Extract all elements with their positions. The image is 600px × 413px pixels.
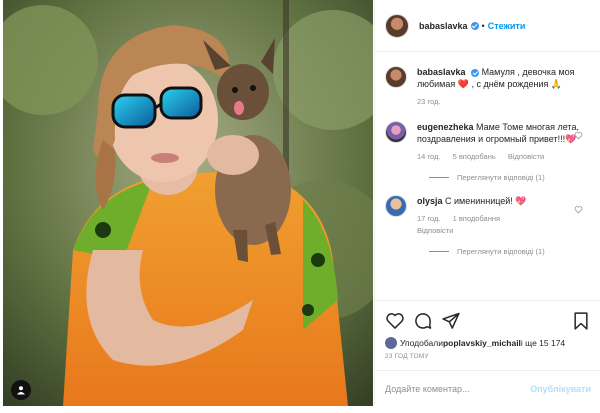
add-comment-bar: Додайте коментар... Опублікувати xyxy=(375,370,600,406)
caption-time[interactable]: 23 год. xyxy=(417,97,440,106)
comment-username[interactable]: eugenezheka xyxy=(417,122,474,132)
comment-input[interactable]: Додайте коментар... xyxy=(385,384,530,394)
comment-text: С именинницей! 💖 xyxy=(445,196,527,206)
avatar-icon[interactable] xyxy=(385,121,407,143)
dot-separator: • xyxy=(481,20,485,31)
likes-prefix: Уподобали xyxy=(400,338,443,348)
post-actions: Уподобали poplavskiy_michail і ще 15 174… xyxy=(375,300,600,360)
comments-list[interactable]: babaslavka Мамуля , девочка моя любимая … xyxy=(375,53,600,298)
share-icon[interactable] xyxy=(441,311,461,331)
avatar-icon[interactable] xyxy=(385,66,407,88)
post-side-panel: babaslavka • Стежити babaslavka Мамуля ,… xyxy=(374,0,600,406)
avatar-icon[interactable] xyxy=(385,195,407,217)
comment-likes[interactable]: 5 вподобань xyxy=(453,152,496,161)
comment-time[interactable]: 14 год. xyxy=(417,152,440,161)
publish-button[interactable]: Опублікувати xyxy=(530,384,591,394)
follow-button[interactable]: Стежити xyxy=(488,21,526,31)
comment-icon[interactable] xyxy=(413,311,433,331)
verified-icon xyxy=(470,21,479,30)
comment-username[interactable]: olysja xyxy=(417,196,443,206)
comment-item: eugenezheka Маме Томе многая лета, поздр… xyxy=(385,121,591,163)
likes-user[interactable]: poplavskiy_michail xyxy=(443,338,521,348)
photo-illustration xyxy=(3,0,373,406)
comment-item: olysja С именинницей! 💖 17 год. 1 вподоб… xyxy=(385,195,591,237)
post-photo[interactable] xyxy=(3,0,373,406)
liker-avatar-icon xyxy=(385,337,397,349)
avatar-icon[interactable] xyxy=(385,13,409,38)
comment-likes[interactable]: 1 вподобання xyxy=(453,214,501,223)
tagged-user-icon[interactable] xyxy=(11,380,31,400)
view-replies-label: Переглянути відповіді (1) xyxy=(457,247,545,256)
heart-icon[interactable] xyxy=(574,205,583,214)
caption: babaslavka Мамуля , девочка моя любимая … xyxy=(385,66,591,108)
caption-username[interactable]: babaslavka xyxy=(417,67,466,77)
likes-suffix[interactable]: і ще 15 174 xyxy=(521,338,565,348)
reply-button[interactable]: Відповісти xyxy=(508,152,544,161)
instagram-post-modal: babaslavka • Стежити babaslavka Мамуля ,… xyxy=(0,0,600,413)
like-heart-icon[interactable] xyxy=(385,311,405,331)
bookmark-icon[interactable] xyxy=(571,311,591,331)
reply-button[interactable]: Відповісти xyxy=(417,226,453,235)
view-replies-button[interactable]: Переглянути відповіді (1) xyxy=(429,173,591,182)
view-replies-label: Переглянути відповіді (1) xyxy=(457,173,545,182)
header-username[interactable]: babaslavka xyxy=(419,21,468,31)
comment-time[interactable]: 17 год. xyxy=(417,214,440,223)
divider-line xyxy=(429,177,449,178)
post-timestamp[interactable]: 23 ГОД ТОМУ xyxy=(385,353,591,360)
post-header: babaslavka • Стежити xyxy=(375,0,600,52)
view-replies-button[interactable]: Переглянути відповіді (1) xyxy=(429,247,591,256)
divider-line xyxy=(429,251,449,252)
heart-icon[interactable] xyxy=(574,131,583,140)
likes-summary[interactable]: Уподобали poplavskiy_michail і ще 15 174 xyxy=(385,337,591,349)
verified-icon xyxy=(471,68,480,77)
